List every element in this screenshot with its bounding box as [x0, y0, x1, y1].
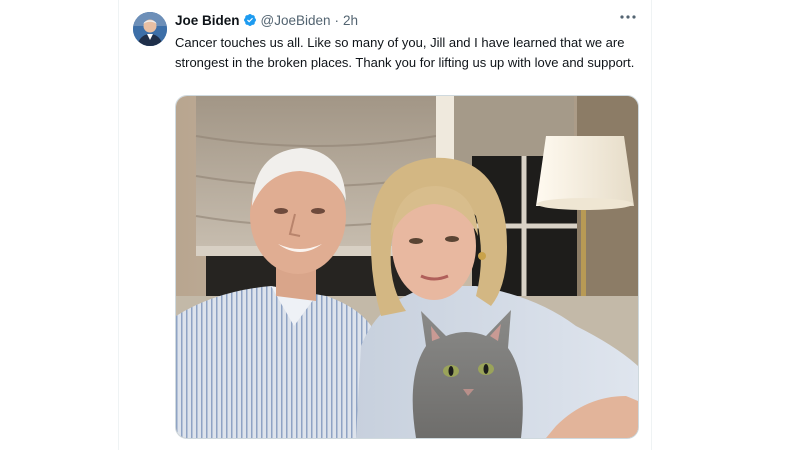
separator-dot: · [334, 12, 340, 28]
more-horizontal-icon[interactable] [619, 12, 637, 22]
author-name[interactable]: Joe Biden [175, 13, 240, 28]
tweet-header: Joe Biden @JoeBiden · 2h [175, 11, 358, 29]
author-handle[interactable]: @JoeBiden [261, 13, 331, 28]
tweet-photo[interactable] [175, 95, 639, 439]
photo-illustration [176, 96, 638, 438]
avatar[interactable] [133, 12, 167, 46]
avatar-image [133, 12, 167, 46]
tweet-card[interactable]: Joe Biden @JoeBiden · 2h Cancer touches … [118, 0, 652, 450]
timestamp[interactable]: 2h [343, 13, 358, 28]
tweet-text: Cancer touches us all. Like so many of y… [175, 35, 635, 70]
page: Joe Biden @JoeBiden · 2h Cancer touches … [0, 0, 800, 450]
verified-badge-icon [243, 14, 256, 26]
